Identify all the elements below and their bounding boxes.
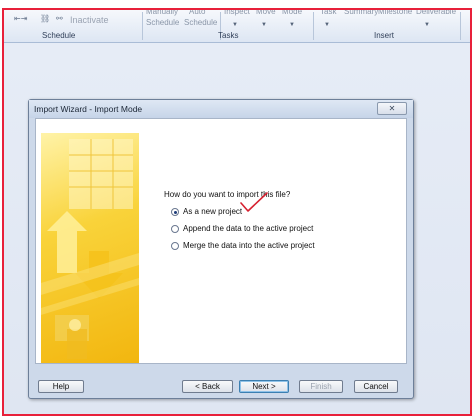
finish-button[interactable]: Finish xyxy=(299,380,343,393)
import-question: How do you want to import this file? xyxy=(164,190,291,199)
ribbon-separator xyxy=(460,12,461,40)
annotation-frame: ⇤⇥ ⛓ ⚯ Inactivate Manually Auto Schedule… xyxy=(2,8,472,416)
wizard-illustration xyxy=(41,133,139,363)
dialog-title: Import Wizard - Import Mode xyxy=(34,104,143,114)
ribbon-separator xyxy=(313,12,314,40)
help-button[interactable]: Help xyxy=(38,380,84,393)
auto-schedule-label: Schedule xyxy=(184,18,218,27)
ribbon-separator xyxy=(142,12,143,40)
group-label-tasks: Tasks xyxy=(218,31,239,40)
option-merge-data-label[interactable]: Merge the data into the active project xyxy=(183,241,315,250)
mode-dropdown-icon[interactable]: ▼ xyxy=(289,22,295,28)
group-label-schedule: Schedule xyxy=(42,31,76,40)
auto-schedule-button[interactable]: Auto xyxy=(189,10,205,16)
link-icon[interactable]: ⛓ xyxy=(40,14,50,23)
inactivate-button[interactable]: Inactivate xyxy=(70,15,109,25)
deliverable-dropdown-icon[interactable]: ▼ xyxy=(424,22,430,28)
back-button[interactable]: < Back xyxy=(182,380,233,393)
task-button[interactable]: Task xyxy=(320,10,336,16)
task-dropdown-icon[interactable]: ▼ xyxy=(324,22,330,28)
option-new-project-label[interactable]: As a new project xyxy=(183,207,242,216)
milestone-button[interactable]: Milestone xyxy=(378,10,412,16)
option-append-data-label[interactable]: Append the data to the active project xyxy=(183,224,313,233)
radio-new-project[interactable] xyxy=(171,208,179,216)
summary-button[interactable]: Summary xyxy=(344,10,378,16)
unlink-icon[interactable]: ⚯ xyxy=(56,14,63,23)
wizard-artwork-icon xyxy=(41,139,139,359)
indent-icon[interactable]: ⇤⇥ xyxy=(14,14,27,23)
cancel-button[interactable]: Cancel xyxy=(354,380,398,393)
import-wizard-dialog: Import Wizard - Import Mode ✕ How do you… xyxy=(28,99,414,399)
move-dropdown-icon[interactable]: ▼ xyxy=(261,22,267,28)
dialog-titlebar[interactable]: Import Wizard - Import Mode ✕ xyxy=(29,100,413,118)
manually-schedule-button[interactable]: Manually xyxy=(146,10,178,16)
inspect-dropdown-icon[interactable]: ▼ xyxy=(232,22,238,28)
handwritten-checkmark-icon xyxy=(240,192,268,212)
radio-append-data[interactable] xyxy=(171,225,179,233)
manually-schedule-label: Schedule xyxy=(146,18,180,27)
mode-button[interactable]: Mode xyxy=(282,10,302,16)
dialog-body: How do you want to import this file? As … xyxy=(35,118,407,364)
ribbon: ⇤⇥ ⛓ ⚯ Inactivate Manually Auto Schedule… xyxy=(4,10,470,43)
close-button[interactable]: ✕ xyxy=(377,102,407,115)
group-label-insert: Insert xyxy=(374,31,395,40)
move-button[interactable]: Move xyxy=(256,10,276,16)
inspect-button[interactable]: Inspect xyxy=(224,10,250,16)
next-button[interactable]: Next > xyxy=(239,380,289,393)
deliverable-button[interactable]: Deliverable xyxy=(416,10,456,16)
radio-merge-data[interactable] xyxy=(171,242,179,250)
close-icon: ✕ xyxy=(388,104,396,113)
